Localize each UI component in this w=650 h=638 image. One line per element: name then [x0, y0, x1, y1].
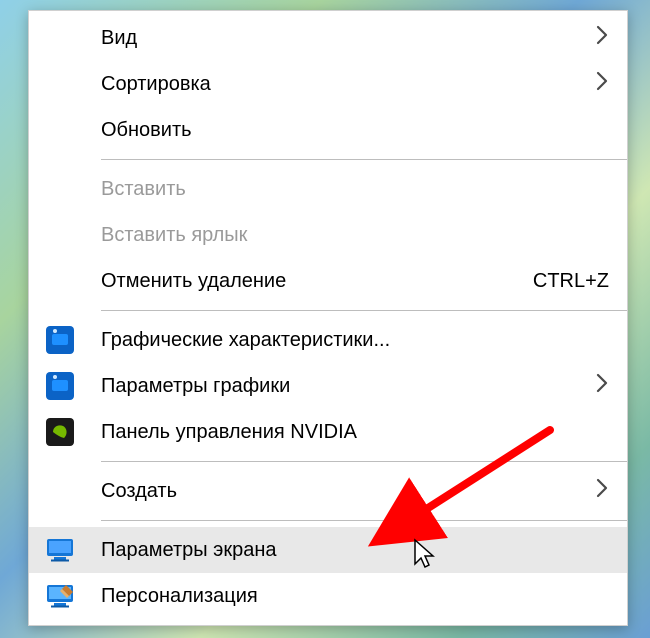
menu-item-label: Создать	[101, 480, 595, 503]
icon-placeholder	[43, 21, 77, 55]
icon-placeholder	[43, 172, 77, 206]
separator	[101, 520, 627, 521]
separator	[101, 461, 627, 462]
menu-item-view[interactable]: Вид	[29, 15, 627, 61]
icon-placeholder	[43, 67, 77, 101]
menu-item-shortcut: CTRL+Z	[513, 270, 609, 293]
menu-item-label: Сортировка	[101, 73, 595, 96]
personalize-icon	[43, 579, 77, 613]
separator	[101, 310, 627, 311]
chevron-right-icon	[595, 477, 609, 505]
menu-item-label: Параметры графики	[101, 375, 595, 398]
chevron-right-icon	[595, 70, 609, 98]
menu-item-new[interactable]: Создать	[29, 468, 627, 514]
menu-item-intel-graphics-properties[interactable]: Графические характеристики...	[29, 317, 627, 363]
chevron-right-icon	[595, 24, 609, 52]
menu-item-label: Вставить ярлык	[101, 224, 609, 247]
menu-item-label: Вставить	[101, 178, 609, 201]
menu-item-label: Параметры экрана	[101, 539, 609, 562]
menu-item-paste-shortcut: Вставить ярлык	[29, 212, 627, 258]
nvidia-icon	[43, 415, 77, 449]
menu-item-intel-graphics-options[interactable]: Параметры графики	[29, 363, 627, 409]
intel-icon	[43, 323, 77, 357]
icon-placeholder	[43, 474, 77, 508]
monitor-icon	[43, 533, 77, 567]
menu-item-label: Панель управления NVIDIA	[101, 421, 609, 444]
context-menu: Вид Сортировка Обновить Вставить	[28, 10, 628, 626]
menu-item-label: Вид	[101, 27, 595, 50]
menu-item-refresh[interactable]: Обновить	[29, 107, 627, 153]
menu-item-label: Графические характеристики...	[101, 329, 609, 352]
icon-placeholder	[43, 218, 77, 252]
menu-item-label: Персонализация	[101, 585, 609, 608]
menu-item-label: Обновить	[101, 119, 609, 142]
intel-icon	[43, 369, 77, 403]
menu-item-display-settings[interactable]: Параметры экрана	[29, 527, 627, 573]
icon-placeholder	[43, 113, 77, 147]
desktop-background: Вид Сортировка Обновить Вставить	[0, 0, 650, 638]
menu-item-sort[interactable]: Сортировка	[29, 61, 627, 107]
menu-item-paste: Вставить	[29, 166, 627, 212]
icon-placeholder	[43, 264, 77, 298]
menu-item-undo-delete[interactable]: Отменить удаление CTRL+Z	[29, 258, 627, 304]
menu-item-label: Отменить удаление	[101, 270, 513, 293]
separator	[101, 159, 627, 160]
menu-item-personalize[interactable]: Персонализация	[29, 573, 627, 619]
chevron-right-icon	[595, 372, 609, 400]
menu-item-nvidia-control-panel[interactable]: Панель управления NVIDIA	[29, 409, 627, 455]
